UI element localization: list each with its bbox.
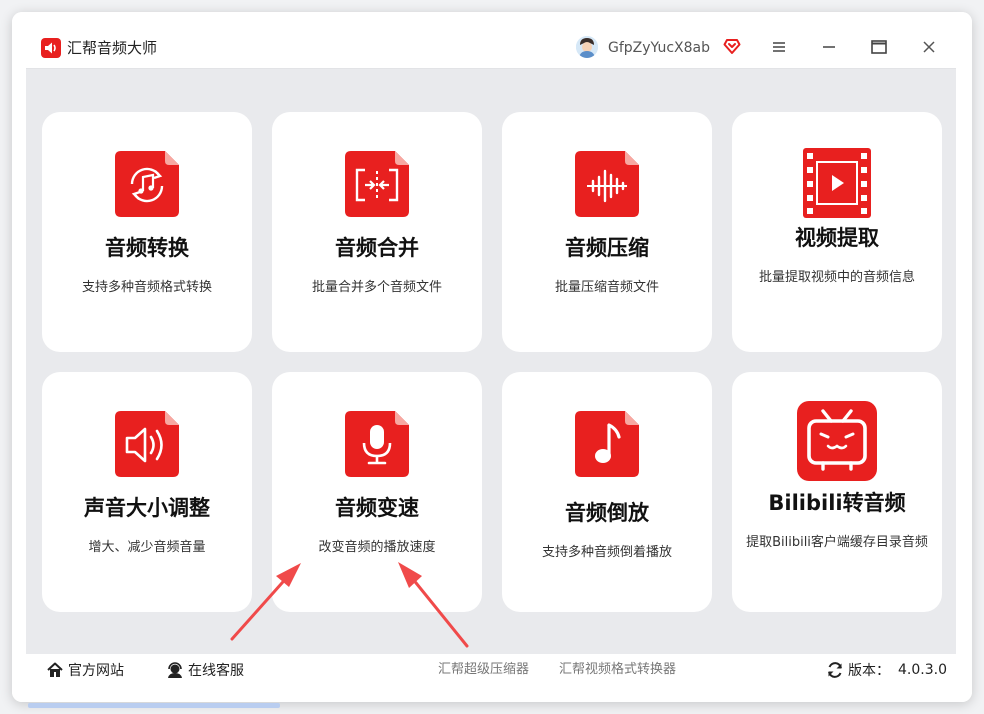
speaker-logo-icon bbox=[41, 38, 61, 58]
version-number: 4.0.3.0 bbox=[898, 662, 947, 678]
card-bilibili-audio[interactable]: Bilibili转音频 提取Bilibili客户端缓存目录音频 bbox=[732, 372, 942, 612]
app-title: 汇帮音频大师 bbox=[67, 39, 158, 57]
card-desc: 支持多种音频倒着播放 bbox=[541, 545, 672, 560]
card-desc: 支持多种音频格式转换 bbox=[81, 280, 212, 295]
music-note-icon bbox=[575, 411, 639, 477]
card-volume-adjust[interactable]: 声音大小调整 增大、减少音频音量 bbox=[42, 372, 252, 612]
card-desc: 改变音频的播放速度 bbox=[318, 540, 436, 555]
headset-icon bbox=[168, 662, 182, 678]
online-support-label: 在线客服 bbox=[188, 663, 244, 679]
card-title: 音频倒放 bbox=[565, 501, 649, 525]
maximize-icon[interactable] bbox=[868, 36, 890, 58]
card-video-extract[interactable]: 视频提取 批量提取视频中的音频信息 bbox=[732, 112, 942, 352]
card-title: 音频转换 bbox=[105, 236, 189, 260]
minimize-icon[interactable] bbox=[818, 36, 840, 58]
card-audio-convert[interactable]: 音频转换 支持多种音频格式转换 bbox=[42, 112, 252, 352]
card-title: 视频提取 bbox=[795, 226, 879, 250]
card-audio-speed[interactable]: 音频变速 改变音频的播放速度 bbox=[272, 372, 482, 612]
card-audio-merge[interactable]: 音频合并 批量合并多个音频文件 bbox=[272, 112, 482, 352]
card-desc: 批量压缩音频文件 bbox=[554, 280, 659, 295]
app-window: 汇帮音频大师 GfpZyYucX8ab 音频转换 支持多种音频格式转换 音频合并… bbox=[12, 12, 972, 702]
card-title: 音频合并 bbox=[335, 236, 419, 260]
card-desc: 批量合并多个音频文件 bbox=[311, 280, 442, 295]
audio-merge-icon bbox=[345, 151, 409, 217]
card-desc: 提取Bilibili客户端缓存目录音频 bbox=[746, 535, 928, 550]
tools-grid: 音频转换 支持多种音频格式转换 音频合并 批量合并多个音频文件 音频压缩 批量压… bbox=[26, 68, 956, 654]
audio-convert-icon bbox=[115, 151, 179, 217]
card-title: 音频压缩 bbox=[565, 236, 649, 260]
user-name[interactable]: GfpZyYucX8ab bbox=[608, 38, 710, 58]
refresh-icon[interactable] bbox=[826, 661, 844, 679]
close-icon[interactable] bbox=[918, 36, 940, 58]
video-extract-icon bbox=[803, 148, 871, 218]
version-label: 版本： bbox=[848, 663, 890, 679]
heart-badge-icon[interactable] bbox=[722, 36, 742, 56]
card-title: 音频变速 bbox=[335, 496, 419, 520]
card-desc: 增大、减少音频音量 bbox=[88, 540, 206, 555]
card-desc: 批量提取视频中的音频信息 bbox=[758, 270, 915, 285]
menu-icon[interactable] bbox=[768, 36, 790, 58]
card-audio-reverse[interactable]: 音频倒放 支持多种音频倒着播放 bbox=[502, 372, 712, 612]
taskbar-highlight bbox=[28, 703, 280, 708]
official-website-link[interactable]: 官方网站 bbox=[46, 654, 124, 686]
video-converter-link[interactable]: 汇帮视频格式转换器 bbox=[559, 654, 676, 686]
version-info: 版本： 4.0.3.0 bbox=[826, 654, 947, 686]
card-audio-compress[interactable]: 音频压缩 批量压缩音频文件 bbox=[502, 112, 712, 352]
microphone-icon bbox=[345, 411, 409, 477]
card-title: Bilibili转音频 bbox=[768, 491, 906, 515]
home-icon bbox=[47, 662, 63, 677]
super-compressor-link[interactable]: 汇帮超级压缩器 bbox=[438, 654, 529, 686]
volume-adjust-icon bbox=[115, 411, 179, 477]
official-website-label: 官方网站 bbox=[68, 663, 124, 679]
footer: 官方网站 在线客服 汇帮超级压缩器 汇帮视频格式转换器 版本： 4.0.3.0 bbox=[12, 654, 972, 702]
card-title: 声音大小调整 bbox=[84, 496, 210, 520]
avatar[interactable] bbox=[576, 36, 598, 58]
bilibili-tv-icon bbox=[797, 401, 877, 481]
title-bar: 汇帮音频大师 GfpZyYucX8ab bbox=[12, 12, 972, 68]
audio-compress-icon bbox=[575, 151, 639, 217]
online-support-link[interactable]: 在线客服 bbox=[166, 654, 244, 686]
